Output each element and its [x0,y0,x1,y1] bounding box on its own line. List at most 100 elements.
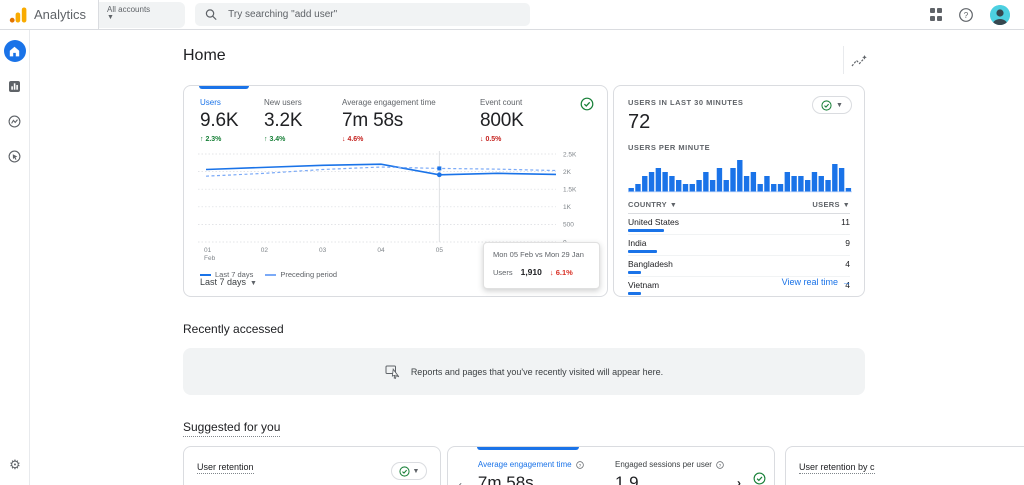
person-icon [990,4,1010,25]
metric-tab-event-count[interactable]: Event count 800K 0.5% [480,98,576,143]
cursor-click-icon [385,365,399,379]
chevron-down-icon: ▼ [412,467,420,475]
view-real-time-link[interactable]: View real time → [782,277,851,287]
insights-icon [851,55,867,67]
metric-tabs: Users 9.6K 2.3% New users 3.2K 3.4% Aver… [184,86,607,143]
chart-tooltip: Mon 05 Feb vs Mon 29 Jan Users 1,910 6.1… [483,242,600,289]
sidebar-item-advertising[interactable] [4,145,26,167]
header-divider [843,46,844,74]
gear-icon: ⚙ [9,457,21,472]
metric-tab-avg-engagement-time[interactable]: Average engagement time 7m 58s 4.6% [342,98,480,143]
metric-delta: 4.6% [342,136,480,143]
metric-delta: 2.3% [200,136,264,143]
account-switcher-label: All accounts [107,4,151,14]
svg-text:Feb: Feb [204,255,216,262]
metric-value: 7m 58s [342,110,404,131]
metric-value: 800K [480,110,524,131]
suggested-card-user-retention-by[interactable]: User retention by c [785,446,1024,485]
sidebar-item-reports[interactable] [4,75,26,97]
svg-text:500: 500 [563,222,574,229]
svg-text:?: ? [719,462,722,467]
check-circle-icon [398,465,410,477]
analytics-logo[interactable] [9,6,27,24]
check-circle-icon [580,97,594,111]
recently-accessed-title: Recently accessed [183,322,284,336]
sidebar-item-admin[interactable]: ⚙ [0,457,30,473]
suggested-card-carousel: ‹ Average engagement time ? 7m 58s Engag… [447,446,775,485]
country-row: India 9 [628,235,850,256]
sidebar: ⚙ [0,30,30,485]
sidebar-item-home[interactable] [3,40,26,62]
suggested-card-user-retention[interactable]: User retention ▼ [183,446,441,485]
search-input[interactable] [226,8,521,21]
sort-caret-icon: ▼ [669,202,678,209]
realtime-users-value: 72 [628,111,651,133]
analytics-logo-icon [9,7,27,23]
solid-line-swatch [200,273,211,276]
realtime-options-button[interactable]: ▼ [812,96,852,114]
data-quality-button[interactable] [580,97,594,116]
users-per-minute-label: USERS PER MINUTE [628,143,711,152]
country-row: United States 11 [628,214,850,235]
check-circle-icon [821,99,832,111]
metric-delta: 0.5% [480,136,576,143]
sort-caret-icon: ▼ [842,202,850,209]
account-switcher[interactable]: All accounts ▼ [99,1,186,28]
insights-button[interactable] [851,54,868,75]
users-column-header[interactable]: USERS ▼ [812,200,850,209]
user-avatar[interactable] [990,4,1010,25]
metric-tab-users[interactable]: Users 9.6K 2.3% [200,98,264,143]
page-header: Home [30,30,1024,76]
search-bar[interactable] [195,3,531,26]
svg-text:04: 04 [377,247,385,254]
svg-text:03: 03 [319,247,327,254]
metric-delta: 3.4% [264,136,342,143]
chevron-down-icon: ▼ [107,13,114,21]
svg-text:02: 02 [261,247,269,254]
sidebar-item-explore[interactable] [4,110,26,132]
carousel-prev-button[interactable]: ‹ [455,478,465,485]
carousel-next-button[interactable]: › [734,476,744,485]
country-bar [628,292,641,295]
svg-text:2K: 2K [563,169,572,176]
country-row: Bangladesh 4 [628,256,850,277]
search-icon [205,9,217,21]
active-metric-indicator [199,86,249,89]
check-circle-icon [753,472,766,485]
data-quality-button[interactable] [753,472,766,485]
bar-chart-icon [9,80,20,92]
arrow-right-icon: → [842,277,851,287]
svg-text:05: 05 [436,247,444,254]
overview-card: Users 9.6K 2.3% New users 3.2K 3.4% Aver… [183,85,608,297]
help-circle-icon: ? [575,460,584,469]
realtime-card: USERS IN LAST 30 MINUTES 72 ▼ USERS PER … [613,85,865,297]
metric-value: 3.2K [264,110,303,131]
help-icon[interactable]: ? [958,7,974,23]
brand-title: Analytics [34,7,87,22]
svg-text:1K: 1K [563,204,572,211]
metric-value: 9.6K [200,110,239,131]
country-bar [628,250,657,253]
svg-text:?: ? [964,11,969,20]
dashed-line-swatch [265,273,277,276]
chevron-down-icon: ▼ [250,280,257,287]
country-bar [628,271,641,274]
svg-text:2.5K: 2.5K [563,151,577,158]
card-options-button[interactable]: ▼ [391,462,427,480]
recently-accessed-empty-state: Reports and pages that you've recently v… [183,348,865,395]
country-column-header[interactable]: COUNTRY ▼ [628,200,677,209]
apps-grid-icon[interactable] [929,8,942,21]
chevron-down-icon: ▼ [836,101,843,109]
date-range-selector[interactable]: Last 7 days ▼ [200,277,257,287]
advertising-icon [8,150,21,162]
svg-text:1.5K: 1.5K [563,187,577,194]
metric-tab-engaged-sessions[interactable]: Engaged sessions per user ? 1.9 [615,460,734,485]
metric-tab-new-users[interactable]: New users 3.2K 3.4% [264,98,342,143]
svg-text:?: ? [578,462,581,467]
users-per-minute-chart [628,160,852,193]
metric-tab-avg-engagement-time[interactable]: Average engagement time ? 7m 58s [478,460,602,485]
main-content: Home Users 9.6K 2.3% New use [30,30,1024,485]
card-title: User retention [197,462,254,474]
suggested-cards: User retention ▼ ‹ Average engagement ti… [183,446,1024,485]
topbar: Analytics All accounts ▼ ? [0,0,1024,30]
